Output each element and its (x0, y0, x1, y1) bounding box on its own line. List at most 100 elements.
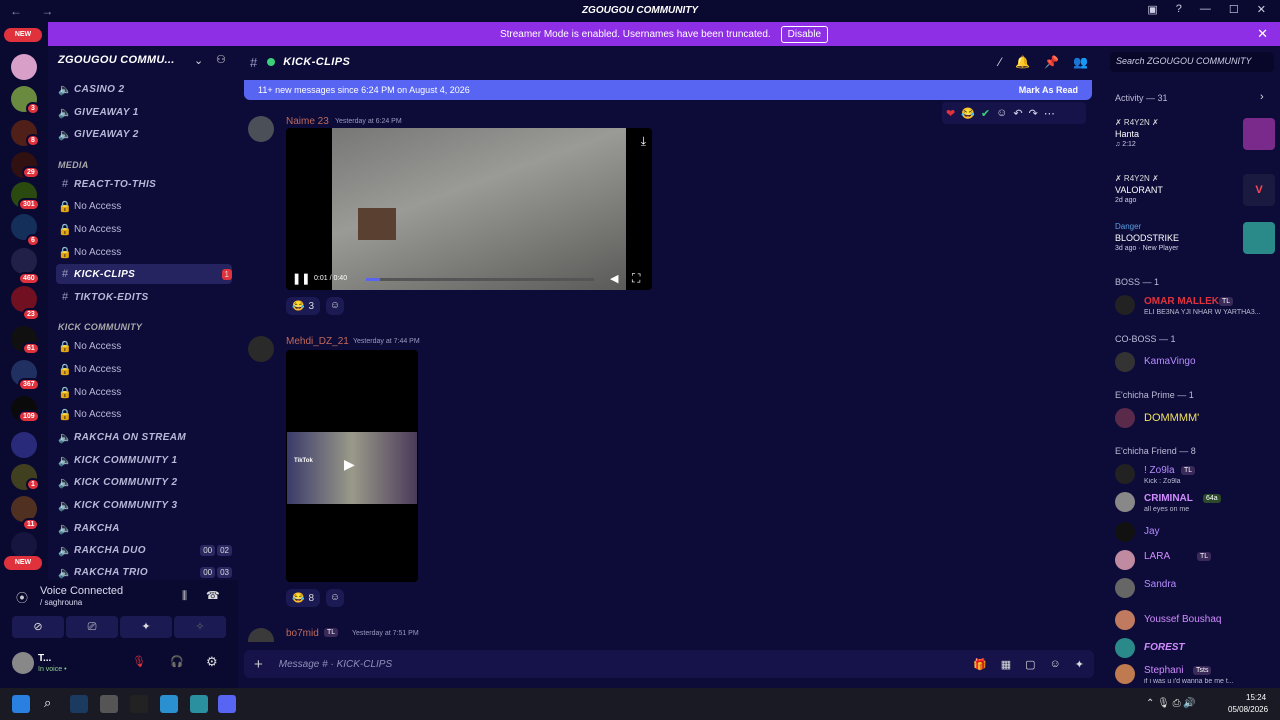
mark-as-read-button[interactable]: Mark As Read (1019, 85, 1078, 95)
reaction[interactable]: 😂 3 (286, 297, 321, 315)
username[interactable]: T... (38, 653, 51, 664)
channel-item[interactable]: 🔒 No Access (56, 404, 232, 424)
channel-item[interactable]: 🔈 CASINO 2 (56, 79, 232, 99)
message-author[interactable]: Naime 23 (286, 116, 329, 127)
member-item[interactable]: KamaVingo (1115, 352, 1275, 374)
play-icon[interactable]: ▶ (344, 456, 355, 473)
gear-icon[interactable]: ⚙ (206, 654, 218, 670)
channel-item[interactable]: 🔈 RAKCHA TRIO 00 03 (56, 562, 232, 582)
noise-icon[interactable]: ⫼ (182, 590, 187, 603)
add-reaction-button[interactable]: ☺ (326, 589, 344, 607)
category-media[interactable]: MEDIA (58, 160, 89, 170)
add-member-icon[interactable]: ⚇ (216, 53, 226, 66)
clock-date[interactable]: 05/08/2026 (1228, 705, 1268, 714)
disable-button[interactable]: Disable (780, 25, 829, 43)
voice-channel[interactable]: / saghrouna (40, 598, 82, 607)
steam-icon[interactable] (70, 695, 88, 713)
member-item[interactable]: ! Zo9la TL Kick : Zo9la (1115, 464, 1275, 488)
chevron-right-icon[interactable]: › (1260, 91, 1264, 103)
channel-item[interactable]: 🔒 No Access (56, 219, 232, 239)
seek-bar[interactable] (366, 278, 594, 281)
tray-icons[interactable]: ⌃ 🎙 ⎙ 🔊 (1146, 698, 1196, 709)
member-item[interactable]: Jay (1115, 522, 1275, 544)
channel-item[interactable]: 🔈 GIVEAWAY 2 (56, 124, 232, 144)
search-icon[interactable]: ⌕ (44, 695, 51, 711)
member-item[interactable]: OMAR MALLEK TL ELI BE3NA YJI NHAR W YART… (1115, 295, 1275, 319)
folder-icon[interactable] (11, 432, 37, 458)
reaction[interactable]: 😂 8 (286, 589, 321, 607)
volume-icon[interactable]: ◀ (610, 272, 618, 285)
pause-icon[interactable]: ❚❚ (292, 272, 310, 285)
forward-icon[interactable]: ↷ (1029, 107, 1038, 120)
discord-icon[interactable] (218, 695, 236, 713)
banner-close-icon[interactable]: ✕ (1257, 26, 1268, 42)
activities-button[interactable]: ✦ (120, 616, 172, 638)
add-reaction-button[interactable]: ☺ (326, 297, 344, 315)
member-item[interactable]: Sandra (1115, 578, 1275, 602)
avatar[interactable] (248, 628, 274, 642)
channel-item[interactable]: 🔈 RAKCHA (56, 518, 232, 538)
activity-card[interactable]: ✗ R4Y2N ✗ VALORANT 2d ago V (1115, 174, 1275, 206)
camera-button[interactable]: ⊘ (12, 616, 64, 638)
check-reaction-icon[interactable]: ✔ (981, 107, 990, 120)
member-item[interactable]: FOREST (1115, 638, 1275, 660)
channel-item[interactable]: 🔈 KICK COMMUNITY 3 (56, 495, 232, 515)
video-player[interactable]: ⤓ ❚❚ 0:01 / 0:40 ◀ ⛶ (286, 128, 652, 290)
channel-item[interactable]: 🔒 No Access (56, 242, 232, 262)
category-kick-community[interactable]: KICK COMMUNITY (58, 322, 142, 332)
screenshare-button[interactable]: ⎚ (66, 616, 118, 638)
more-icon[interactable]: ⋯ (1044, 107, 1055, 120)
add-reaction-icon[interactable]: ☺ (996, 107, 1007, 119)
edge-icon[interactable] (190, 695, 208, 713)
signal-icon[interactable]: ⦿ (16, 589, 28, 606)
member-item[interactable]: Youssef Boushaq (1115, 610, 1275, 632)
channel-item[interactable]: 🔈 RAKCHA ON STREAM (56, 427, 232, 447)
message-author[interactable]: Mehdi_DZ_21 (286, 336, 349, 347)
heart-reaction-icon[interactable]: ❤ (946, 107, 955, 120)
deafen-icon[interactable]: 🎧 (170, 655, 184, 668)
server-icon[interactable] (11, 248, 37, 274)
clock-time[interactable]: 15:24 (1246, 693, 1266, 702)
channel-item[interactable]: 🔈 RAKCHA DUO 00 02 (56, 540, 232, 560)
avatar[interactable] (12, 652, 34, 674)
member-item[interactable]: CRIMINAL 64a all eyes on me (1115, 492, 1275, 516)
channel-item[interactable]: 🔒 No Access (56, 196, 232, 216)
member-item[interactable]: DOMMMM' (1115, 408, 1275, 430)
soundboard-button[interactable]: ✧ (174, 616, 226, 638)
chevron-down-icon[interactable]: ⌄ (194, 54, 203, 67)
message-author[interactable]: bo7mid (286, 628, 319, 639)
window-controls[interactable]: ▣? — ☐ ✕ (1147, 3, 1266, 16)
channel-item[interactable]: 🔈 KICK COMMUNITY 2 (56, 472, 232, 492)
avatar[interactable] (248, 116, 274, 142)
server-name[interactable]: ZGOUGOU COMMU... (58, 54, 175, 66)
laugh-reaction-icon[interactable]: 😂 (961, 107, 975, 120)
attach-plus-icon[interactable]: + (254, 656, 263, 673)
activity-card[interactable]: ✗ R4Y2N ✗ Hanta ♫ 2:12 (1115, 118, 1275, 150)
activity-header[interactable]: Activity — 31 (1115, 93, 1168, 103)
app-icon[interactable] (130, 695, 148, 713)
new-messages-bar[interactable]: 11+ new messages since 6:24 PM on August… (244, 80, 1092, 100)
channel-item[interactable]: 🔒 No Access (56, 382, 232, 402)
telegram-icon[interactable] (160, 695, 178, 713)
channel-item[interactable]: 🔈 KICK COMMUNITY 1 (56, 450, 232, 470)
video-player[interactable]: TikTok ▶ (286, 350, 418, 582)
fullscreen-icon[interactable]: ⛶ (632, 271, 640, 286)
disconnect-icon[interactable]: ☎ (206, 589, 220, 602)
channel-item[interactable]: 🔒 No Access (56, 359, 232, 379)
message-input[interactable]: Message # · KICK-CLIPS (279, 659, 392, 670)
channel-item[interactable]: 🔈 GIVEAWAY 1 (56, 102, 232, 122)
member-item[interactable]: Stephani Tsts if i was u i'd wanna be me… (1115, 664, 1275, 688)
member-item[interactable]: LARA TL (1115, 550, 1275, 574)
voice-status[interactable]: Voice Connected (40, 585, 123, 597)
download-icon[interactable]: ⤓ (641, 134, 646, 149)
avatar[interactable] (248, 336, 274, 362)
settings-icon[interactable] (100, 695, 118, 713)
server-icon[interactable] (11, 532, 37, 558)
activity-card[interactable]: Danger BLOODSTRIKE 3d ago · New Player (1115, 222, 1275, 254)
channel-item[interactable]: 🔒 No Access (56, 336, 232, 356)
message-composer[interactable]: + Message # · KICK-CLIPS 🎁 ▦ ▢ ☺ ✦ (244, 650, 1094, 678)
windows-start-icon[interactable] (12, 695, 30, 713)
channel-item[interactable]: # TIKTOK-EDITS (56, 287, 232, 307)
search-input[interactable]: Search ZGOUGOU COMMUNITY (1110, 52, 1274, 72)
server-icon[interactable] (11, 54, 37, 80)
